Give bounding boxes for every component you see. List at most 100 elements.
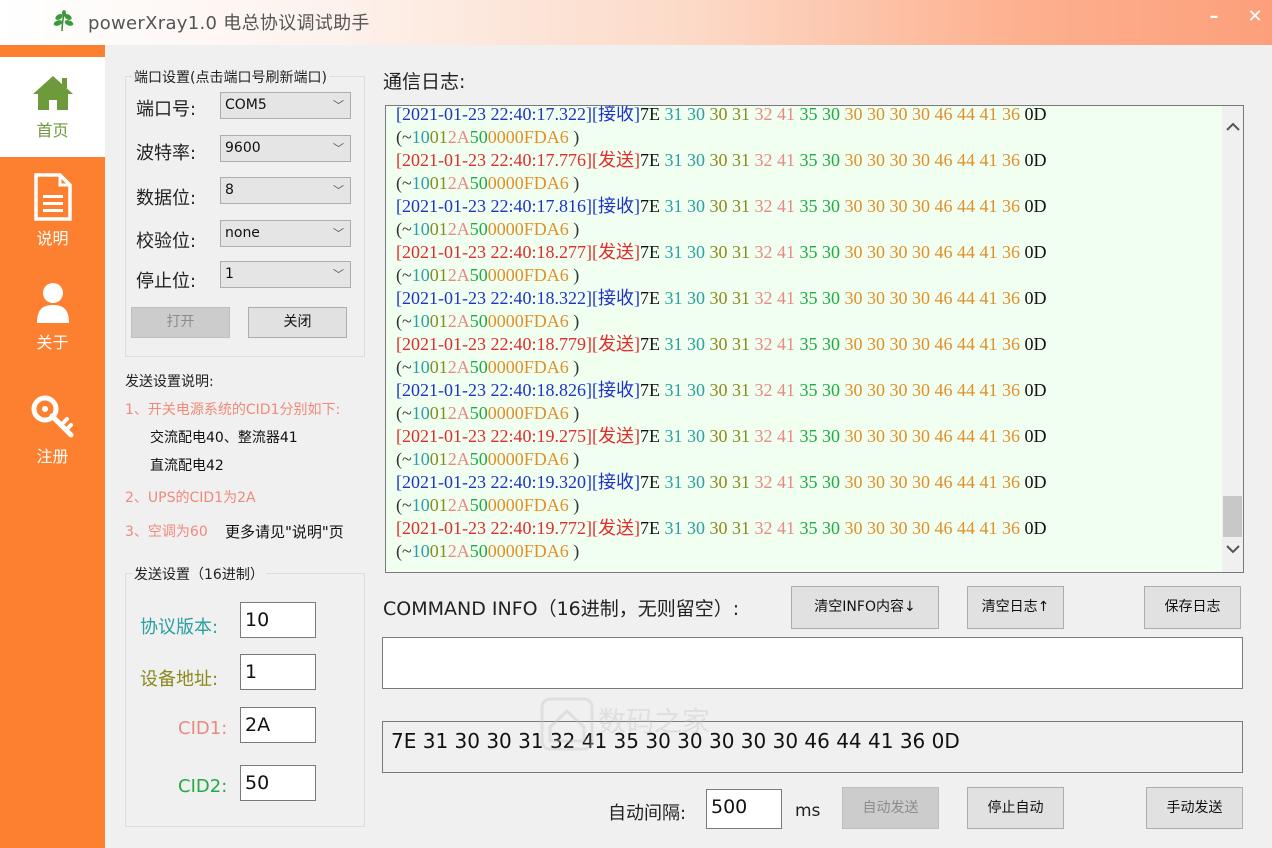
send-notes-line3: 3、空调为60 <box>125 524 208 540</box>
chevron-down-icon: ﹀ <box>333 268 344 281</box>
log-segment: 32 41 <box>754 426 800 446</box>
clear-info-button[interactable]: 清空INFO内容↓ <box>791 586 939 629</box>
log-direction: [接收] <box>591 105 640 124</box>
databits-label: 数据位: <box>136 188 197 209</box>
baud-label: 波特率: <box>136 143 197 164</box>
log-segment: 35 30 <box>799 334 845 354</box>
log-segment: 31 30 <box>664 150 710 170</box>
log-segment: 50 <box>469 449 488 469</box>
log-segment: 10 <box>411 265 430 285</box>
log-segment: 31 30 <box>664 242 710 262</box>
sidebar-item-help[interactable]: 说明 <box>0 173 105 273</box>
log-segment: 30 31 <box>709 334 755 354</box>
log-segment: 7E <box>639 196 665 216</box>
sidebar-item-register[interactable]: 注册 <box>0 395 105 495</box>
log-segment: 30 30 30 30 46 44 41 36 <box>844 242 1025 262</box>
address-input[interactable]: 1 <box>240 654 316 690</box>
baud-select[interactable]: 9600 ﹀ <box>220 135 351 162</box>
log-segment: 50 <box>469 403 488 423</box>
log-segment: 50 <box>469 311 488 331</box>
stop-auto-button[interactable]: 停止自动 <box>967 787 1064 829</box>
clear-log-button[interactable]: 清空日志↑ <box>967 586 1064 629</box>
command-info-label: COMMAND INFO（16进制，无则留空）: <box>383 598 740 620</box>
sidebar-item-home[interactable]: 首页 <box>0 57 105 157</box>
log-scrollbar[interactable] <box>1222 106 1243 572</box>
manual-send-button[interactable]: 手动发送 <box>1146 787 1243 829</box>
log-entry: [2021-01-23 22:40:19.772][发送]7E 31 30 30… <box>396 517 1046 540</box>
log-segment: 31 30 <box>664 472 710 492</box>
cid1-input[interactable]: 2A <box>240 707 316 743</box>
log-timestamp: [2021-01-23 22:40:17.322] <box>396 105 592 124</box>
log-textarea[interactable]: [2021-01-23 22:40:17.322][接收]7E 31 30 30… <box>385 105 1244 573</box>
log-segment: 32 41 <box>754 380 800 400</box>
log-segment: 0000FDA6 <box>487 403 569 423</box>
log-entry: [2021-01-23 22:40:18.277][发送]7E 31 30 30… <box>396 241 1046 264</box>
databits-value: 8 <box>225 182 234 198</box>
log-entry: [2021-01-23 22:40:17.776][发送]7E 31 30 30… <box>396 149 1046 172</box>
log-segment: 0000FDA6 <box>487 265 569 285</box>
cid2-input[interactable]: 50 <box>240 765 316 801</box>
open-port-button[interactable]: 打开 <box>131 307 230 338</box>
sidebar-item-label: 关于 <box>36 333 69 352</box>
log-segment: 2A <box>447 357 470 377</box>
log-segment: 2A <box>447 541 470 561</box>
log-direction: [发送] <box>591 150 640 170</box>
stopbits-select[interactable]: 1 ﹀ <box>220 261 351 288</box>
log-segment: 30 30 30 30 46 44 41 36 <box>844 472 1025 492</box>
log-entry: [2021-01-23 22:40:18.779][发送]7E 31 30 30… <box>396 333 1046 356</box>
log-segment: 31 30 <box>664 196 710 216</box>
sidebar-item-about[interactable]: 关于 <box>0 281 105 381</box>
log-segment: 01 <box>429 127 448 147</box>
log-segment: 0D <box>1024 426 1047 446</box>
log-entry: [2021-01-23 22:40:19.320][接收]7E 31 30 30… <box>396 471 1046 494</box>
scrollbar-thumb[interactable] <box>1223 496 1242 537</box>
log-segment: (~ <box>396 541 412 561</box>
parity-label: 校验位: <box>136 231 197 252</box>
log-segment: 30 31 <box>709 150 755 170</box>
command-info-input[interactable] <box>382 637 1243 689</box>
close-window-button[interactable]: ✕ <box>1240 4 1270 30</box>
log-timestamp: [2021-01-23 22:40:18.322] <box>396 288 592 308</box>
chevron-down-icon: ﹀ <box>333 142 344 155</box>
auto-send-button[interactable]: 自动发送 <box>842 787 939 829</box>
log-entry-decoded: (~10012A500000FDA6 ) <box>396 494 1046 517</box>
log-entry: [2021-01-23 22:40:19.275][发送]7E 31 30 30… <box>396 425 1046 448</box>
log-segment: ) <box>568 495 580 515</box>
stopbits-value: 1 <box>225 266 234 282</box>
log-direction: [发送] <box>591 518 640 538</box>
log-segment: 0D <box>1024 242 1047 262</box>
log-segment: 30 31 <box>709 242 755 262</box>
log-segment: 01 <box>429 311 448 331</box>
parity-select[interactable]: none ﹀ <box>220 220 351 247</box>
log-direction: [接收] <box>591 288 640 308</box>
key-icon <box>31 395 73 438</box>
log-segment: 50 <box>469 495 488 515</box>
port-settings-title[interactable]: 端口设置(点击端口号刷新端口) <box>132 67 329 87</box>
log-segment: 30 30 30 30 46 44 41 36 <box>844 380 1025 400</box>
log-segment: (~ <box>396 403 412 423</box>
close-port-button[interactable]: 关闭 <box>248 307 347 338</box>
log-segment: 35 30 <box>799 518 845 538</box>
log-entry-decoded: (~10012A500000FDA6 ) <box>396 172 1046 195</box>
log-timestamp: [2021-01-23 22:40:17.776] <box>396 150 592 170</box>
log-segment: 0D <box>1024 105 1047 124</box>
send-frame-display[interactable]: 7E 31 30 30 31 32 41 35 30 30 30 30 30 4… <box>382 721 1243 773</box>
log-segment: 7E <box>639 242 665 262</box>
log-segment: 32 41 <box>754 105 800 124</box>
scroll-down-icon[interactable] <box>1222 538 1243 560</box>
databits-select[interactable]: 8 ﹀ <box>220 177 351 204</box>
log-timestamp: [2021-01-23 22:40:19.320] <box>396 472 592 492</box>
sidebar-item-label: 说明 <box>36 229 69 248</box>
log-segment: 30 31 <box>709 472 755 492</box>
minimize-button[interactable]: – <box>1199 4 1229 30</box>
version-input[interactable]: 10 <box>240 602 316 638</box>
port-select[interactable]: COM5 ﹀ <box>220 92 351 119</box>
scroll-up-icon[interactable] <box>1222 116 1243 138</box>
log-segment: 2A <box>447 495 470 515</box>
save-log-button[interactable]: 保存日志 <box>1144 586 1241 629</box>
interval-input[interactable]: 500 <box>706 789 782 829</box>
log-segment: 30 30 30 30 46 44 41 36 <box>844 150 1025 170</box>
log-segment: 31 30 <box>664 105 710 124</box>
log-segment: 2A <box>447 127 470 147</box>
log-segment: 0000FDA6 <box>487 127 569 147</box>
